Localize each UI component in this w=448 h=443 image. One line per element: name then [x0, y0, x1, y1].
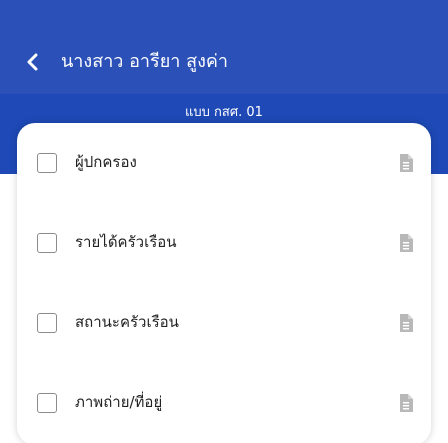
checklist-row-guardian[interactable]: ผู้ปกครอง	[17, 135, 431, 195]
chevron-left-icon	[27, 53, 38, 71]
document-icon[interactable]	[399, 394, 413, 412]
item-label: รายได้ครัวเรือน	[75, 233, 177, 251]
checklist-row-photo-address[interactable]: ภาพถ่าย/ที่อยู่	[17, 375, 431, 435]
document-icon[interactable]	[399, 234, 413, 252]
checkbox[interactable]	[37, 313, 57, 333]
document-icon[interactable]	[399, 154, 413, 172]
item-label: สถานะครัวเรือน	[75, 313, 179, 331]
checklist-card: ผู้ปกครอง รายได้ครัวเรือน สถานะครัวเรือน…	[17, 123, 431, 443]
document-icon[interactable]	[399, 314, 413, 332]
checklist-row-household-income[interactable]: รายได้ครัวเรือน	[17, 215, 431, 275]
app-bar: นางสาว อารียา สูงค่า	[0, 0, 448, 94]
back-button[interactable]	[22, 52, 42, 72]
checklist-row-household-status[interactable]: สถานะครัวเรือน	[17, 295, 431, 355]
form-title: แบบ กสศ. 01	[185, 105, 263, 120]
item-label: ภาพถ่าย/ที่อยู่	[75, 393, 163, 411]
item-label: ผู้ปกครอง	[75, 153, 137, 171]
checkbox[interactable]	[37, 393, 57, 413]
page-title: นางสาว อารียา สูงค่า	[61, 51, 229, 72]
checkbox[interactable]	[37, 233, 57, 253]
screen: นางสาว อารียา สูงค่า แบบ กสศ. 01 ผู้ปกคร…	[0, 0, 448, 443]
checkbox[interactable]	[37, 153, 57, 173]
